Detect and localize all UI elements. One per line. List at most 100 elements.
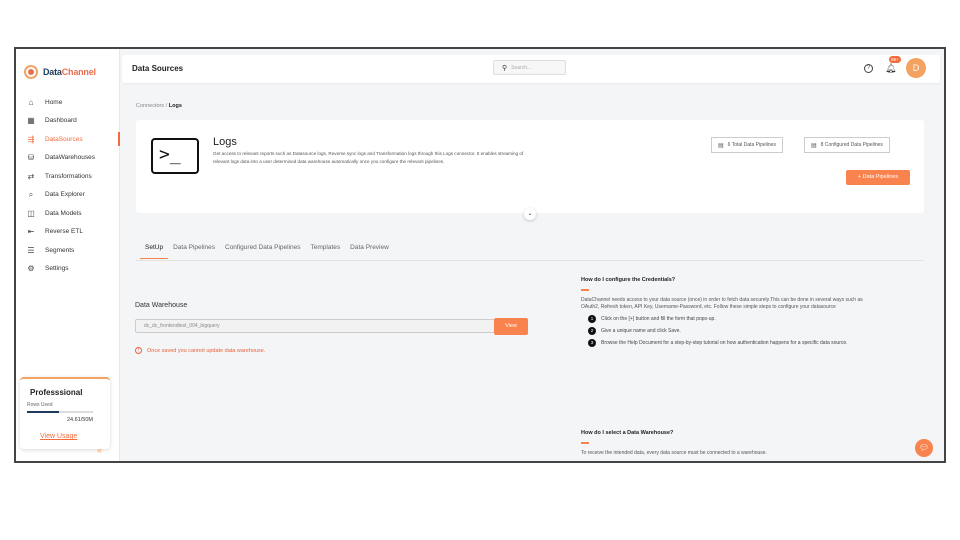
warning-message: ! Once saved you cannot update data ware… xyxy=(135,347,265,354)
sidebar-item-dashboard[interactable]: ▦ Dashboard xyxy=(16,112,120,131)
breadcrumb-parent[interactable]: Connectors xyxy=(136,103,164,109)
rows-used-label: Rows Used xyxy=(27,402,53,408)
help-warehouse: How do I select a Data Warehouse? To rec… xyxy=(581,430,881,457)
sidebar: DataChannel ⌂ Home ▦ Dashboard ⇶ DataSources ⛁… xyxy=(16,49,120,461)
sidebar-item-label: Reverse ETL xyxy=(45,228,83,236)
search-icon: ⚲ xyxy=(502,64,508,72)
tab-configured-data-pipelines[interactable]: Configured Data Pipelines xyxy=(220,244,306,259)
breadcrumb-current: Logs xyxy=(168,103,182,109)
accent-divider xyxy=(581,289,589,291)
terminal-icon: >_ xyxy=(151,138,199,174)
step-number: 3 xyxy=(588,338,596,347)
avatar[interactable]: D xyxy=(906,58,926,78)
sidebar-item-label: DataWarehouses xyxy=(45,154,95,162)
chat-icon[interactable]: 💬︎ xyxy=(915,439,933,457)
sidebar-item-data-explorer[interactable]: ⌕ Data Explorer xyxy=(16,186,120,205)
sidebar-item-data-models[interactable]: ◫ Data Models xyxy=(16,204,120,223)
sidebar-item-label: Data Explorer xyxy=(45,191,85,199)
tab-bar: SetUp Data Pipelines Configured Data Pipel… xyxy=(140,244,394,259)
settings-icon: ⚙ xyxy=(27,264,35,274)
tab-setup[interactable]: SetUp xyxy=(140,244,169,259)
info-icon: ! xyxy=(135,347,142,354)
search-input[interactable]: ⚲ Search... xyxy=(493,60,566,75)
help-step: 1 Click on the [+] button and fill the fo… xyxy=(581,314,881,323)
plan-card: Professsional Rows Used 24.61/50M View U… xyxy=(20,377,110,449)
view-button[interactable]: View xyxy=(494,318,528,335)
models-icon: ◫ xyxy=(27,208,35,218)
total-pipelines-stat: ▤ 6 Total Data Pipelines xyxy=(711,137,783,153)
tab-data-preview[interactable]: Data Preview xyxy=(345,244,394,259)
help-step: 2 Give a unique name and click Save. xyxy=(581,326,881,335)
datasources-icon: ⇶ xyxy=(27,134,35,144)
collapse-sidebar-icon[interactable]: « xyxy=(97,445,102,455)
connector-description: Get access to relevant reports such as D… xyxy=(213,151,524,164)
sidebar-item-transformations[interactable]: ⇄ Transformations xyxy=(16,167,120,186)
help-step: 3 Browse the Help Document for a step-by-… xyxy=(581,338,881,347)
connector-card: >_ Logs Get access to relevant reports s… xyxy=(136,120,924,220)
view-usage-link[interactable]: View Usage xyxy=(40,433,77,440)
logo-text: DataChannel xyxy=(43,67,96,77)
plan-title: Professsional xyxy=(30,388,83,397)
step-number: 2 xyxy=(588,326,596,335)
sidebar-nav: ⌂ Home ▦ Dashboard ⇶ DataSources ⛁ DataWarehous… xyxy=(16,93,120,278)
sidebar-item-home[interactable]: ⌂ Home xyxy=(16,93,120,112)
configured-pipelines-stat: ▤ 8 Configured Data Pipelines xyxy=(804,137,890,153)
home-icon: ⌂ xyxy=(28,97,34,107)
tab-data-pipelines[interactable]: Data Pipelines xyxy=(168,244,220,259)
segments-icon: ☰ xyxy=(27,245,35,255)
reverse-etl-icon: ⇤ xyxy=(27,227,35,237)
warning-text: Once saved you cannot update data wareho… xyxy=(147,347,266,354)
page-title: Data Sources xyxy=(132,64,184,73)
step-text: Browse the Help Document for a step-by-s… xyxy=(601,339,848,346)
usage-value: 24.61/50M xyxy=(67,417,93,423)
sidebar-item-label: Dashboard xyxy=(45,117,77,125)
breadcrumb-separator: / xyxy=(165,103,168,109)
usage-bar-fill xyxy=(27,411,60,413)
data-warehouse-label: Data Warehouse xyxy=(135,302,188,309)
help-credentials: How do I configure the Credentials? Data… xyxy=(581,277,881,347)
sidebar-item-datasources[interactable]: ⇶ DataSources xyxy=(16,130,120,149)
sidebar-item-settings[interactable]: ⚙ Settings xyxy=(16,260,120,279)
help-question-title: How do I configure the Credentials? xyxy=(581,277,676,283)
transform-icon: ⇄ xyxy=(27,171,35,181)
top-header: Data Sources ⚲ Search... ? 🔔︎ 99+ D xyxy=(122,55,940,83)
explorer-icon: ⌕ xyxy=(28,189,34,199)
help-icon[interactable]: ? xyxy=(864,64,873,73)
sidebar-item-datawarehouses[interactable]: ⛁ DataWarehouses xyxy=(16,149,120,168)
help-steps: 1 Click on the [+] button and fill the fo… xyxy=(581,314,881,347)
bell-icon[interactable]: 🔔︎ xyxy=(885,63,896,74)
dashboard-icon: ▦ xyxy=(27,116,35,126)
help-text: To receive the intended data, every data… xyxy=(581,449,767,456)
usage-bar xyxy=(27,411,93,413)
data-warehouse-field[interactable]: dc_dc_frontendtest_004_bigquery xyxy=(135,319,495,333)
step-number: 1 xyxy=(588,314,596,323)
sidebar-item-label: Segments xyxy=(45,246,75,254)
logo[interactable]: DataChannel xyxy=(24,65,96,79)
sidebar-item-label: Settings xyxy=(45,265,69,273)
pipeline-icon: ▤ xyxy=(811,142,817,149)
sidebar-item-reverse-etl[interactable]: ⇤ Reverse ETL xyxy=(16,223,120,242)
notification-badge: 99+ xyxy=(889,56,901,63)
chevron-down-icon[interactable]: ⌄ xyxy=(524,208,536,220)
app-window: DataChannel ⌂ Home ▦ Dashboard ⇶ DataSources ⛁… xyxy=(14,47,946,463)
total-pipelines-label: 6 Total Data Pipelines xyxy=(727,142,776,148)
sidebar-item-label: Data Models xyxy=(45,209,82,217)
sidebar-item-label: DataSources xyxy=(45,135,83,143)
sidebar-item-segments[interactable]: ☰ Segments xyxy=(16,241,120,260)
search-placeholder: Search... xyxy=(511,64,532,71)
configured-pipelines-label: 8 Configured Data Pipelines xyxy=(820,142,883,148)
sidebar-item-label: Transformations xyxy=(45,172,92,180)
logo-icon xyxy=(24,65,38,79)
help-question-title: How do I select a Data Warehouse? xyxy=(581,430,674,436)
step-text: Click on the [+] button and fill the for… xyxy=(601,315,716,322)
accent-divider xyxy=(581,442,589,444)
add-data-pipeline-button[interactable]: + Data Pipelines xyxy=(846,170,910,185)
tab-templates[interactable]: Templates xyxy=(306,244,346,259)
tab-divider xyxy=(136,260,924,261)
pipeline-icon: ▤ xyxy=(718,142,724,149)
connector-title: Logs xyxy=(213,136,237,148)
breadcrumb: Connectors / Logs xyxy=(136,103,182,109)
warehouse-icon: ⛁ xyxy=(27,153,35,163)
help-text: DataChannel needs access to your data so… xyxy=(581,296,863,310)
sidebar-item-label: Home xyxy=(45,98,63,106)
